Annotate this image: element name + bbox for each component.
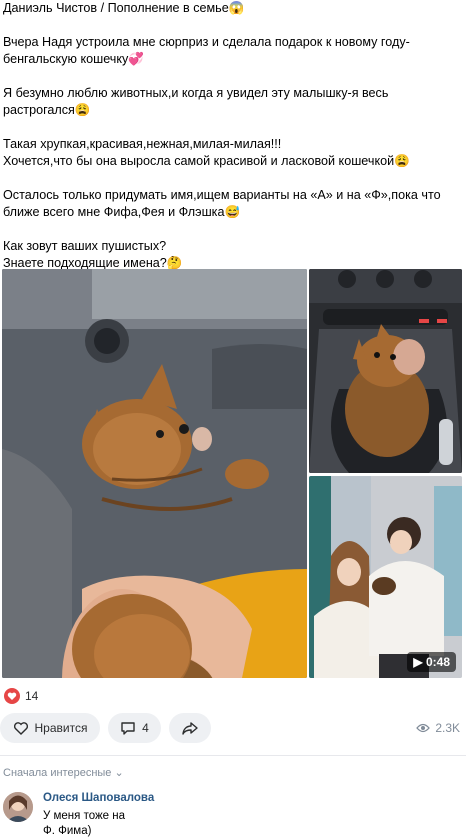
play-icon: ▶ bbox=[413, 655, 423, 669]
comment-author[interactable]: Олеся Шаповалова bbox=[43, 792, 154, 804]
media-grid: ▶ 0:48 bbox=[2, 269, 462, 679]
comments-sort-dropdown[interactable]: Сначала интересные ⌄ bbox=[3, 766, 124, 779]
video-duration-badge: ▶ 0:48 bbox=[407, 652, 456, 672]
video-duration: 0:48 bbox=[425, 655, 450, 669]
post-paragraph: Осталось только придумать имя,ищем вариа… bbox=[3, 188, 441, 219]
share-button[interactable] bbox=[169, 713, 211, 743]
post-paragraph: Такая хрупкая,красивая,нежная,милая-мила… bbox=[3, 137, 410, 168]
photo-kitten-in-hand-image bbox=[2, 269, 307, 678]
eye-icon bbox=[416, 723, 431, 733]
likes-count: 14 bbox=[25, 689, 39, 703]
views-counter: 2.3K bbox=[416, 721, 460, 735]
post-title: Даниэль Чистов / Пополнение в семье😱 bbox=[3, 1, 245, 15]
post-paragraph: Вчера Надя устроила мне сюрприз и сделал… bbox=[3, 35, 410, 66]
post-paragraph: Как зовут ваших пушистых? Знаете подходя… bbox=[3, 239, 183, 270]
chevron-down-icon: ⌄ bbox=[114, 767, 124, 779]
like-button[interactable]: Нравится bbox=[0, 713, 100, 743]
video-couple-image bbox=[309, 476, 462, 678]
comments-sort-label: Сначала интересные bbox=[3, 767, 112, 779]
photo-kitten-in-car-image bbox=[309, 269, 462, 473]
photo-kitten-in-car[interactable] bbox=[309, 269, 462, 473]
avatar-image bbox=[3, 792, 33, 822]
share-arrow-icon bbox=[182, 722, 198, 735]
heart-outline-icon bbox=[13, 722, 28, 735]
comment-button[interactable]: 4 bbox=[108, 713, 161, 743]
heart-reaction-icon bbox=[4, 688, 20, 704]
comment-icon bbox=[121, 722, 135, 735]
like-button-label: Нравится bbox=[34, 721, 88, 735]
post-body: Даниэль Чистов / Пополнение в семье😱 Вче… bbox=[3, 0, 463, 289]
post-paragraph: Я безумно люблю животных,и когда я увиде… bbox=[3, 86, 389, 117]
video-couple-with-kitten[interactable]: ▶ 0:48 bbox=[309, 476, 462, 678]
divider bbox=[0, 755, 466, 756]
post-actions: Нравится 4 2.3K bbox=[0, 713, 466, 745]
comment-item: Олеся Шаповалова У меня тоже на Ф. Фима) bbox=[3, 790, 463, 839]
photo-kitten-in-hand[interactable] bbox=[2, 269, 307, 678]
views-count: 2.3K bbox=[435, 721, 460, 735]
comment-text: У меня тоже на Ф. Фима) bbox=[43, 810, 126, 837]
avatar[interactable] bbox=[3, 792, 33, 822]
reactions-summary[interactable]: 14 bbox=[4, 688, 38, 704]
comments-count: 4 bbox=[142, 721, 149, 735]
